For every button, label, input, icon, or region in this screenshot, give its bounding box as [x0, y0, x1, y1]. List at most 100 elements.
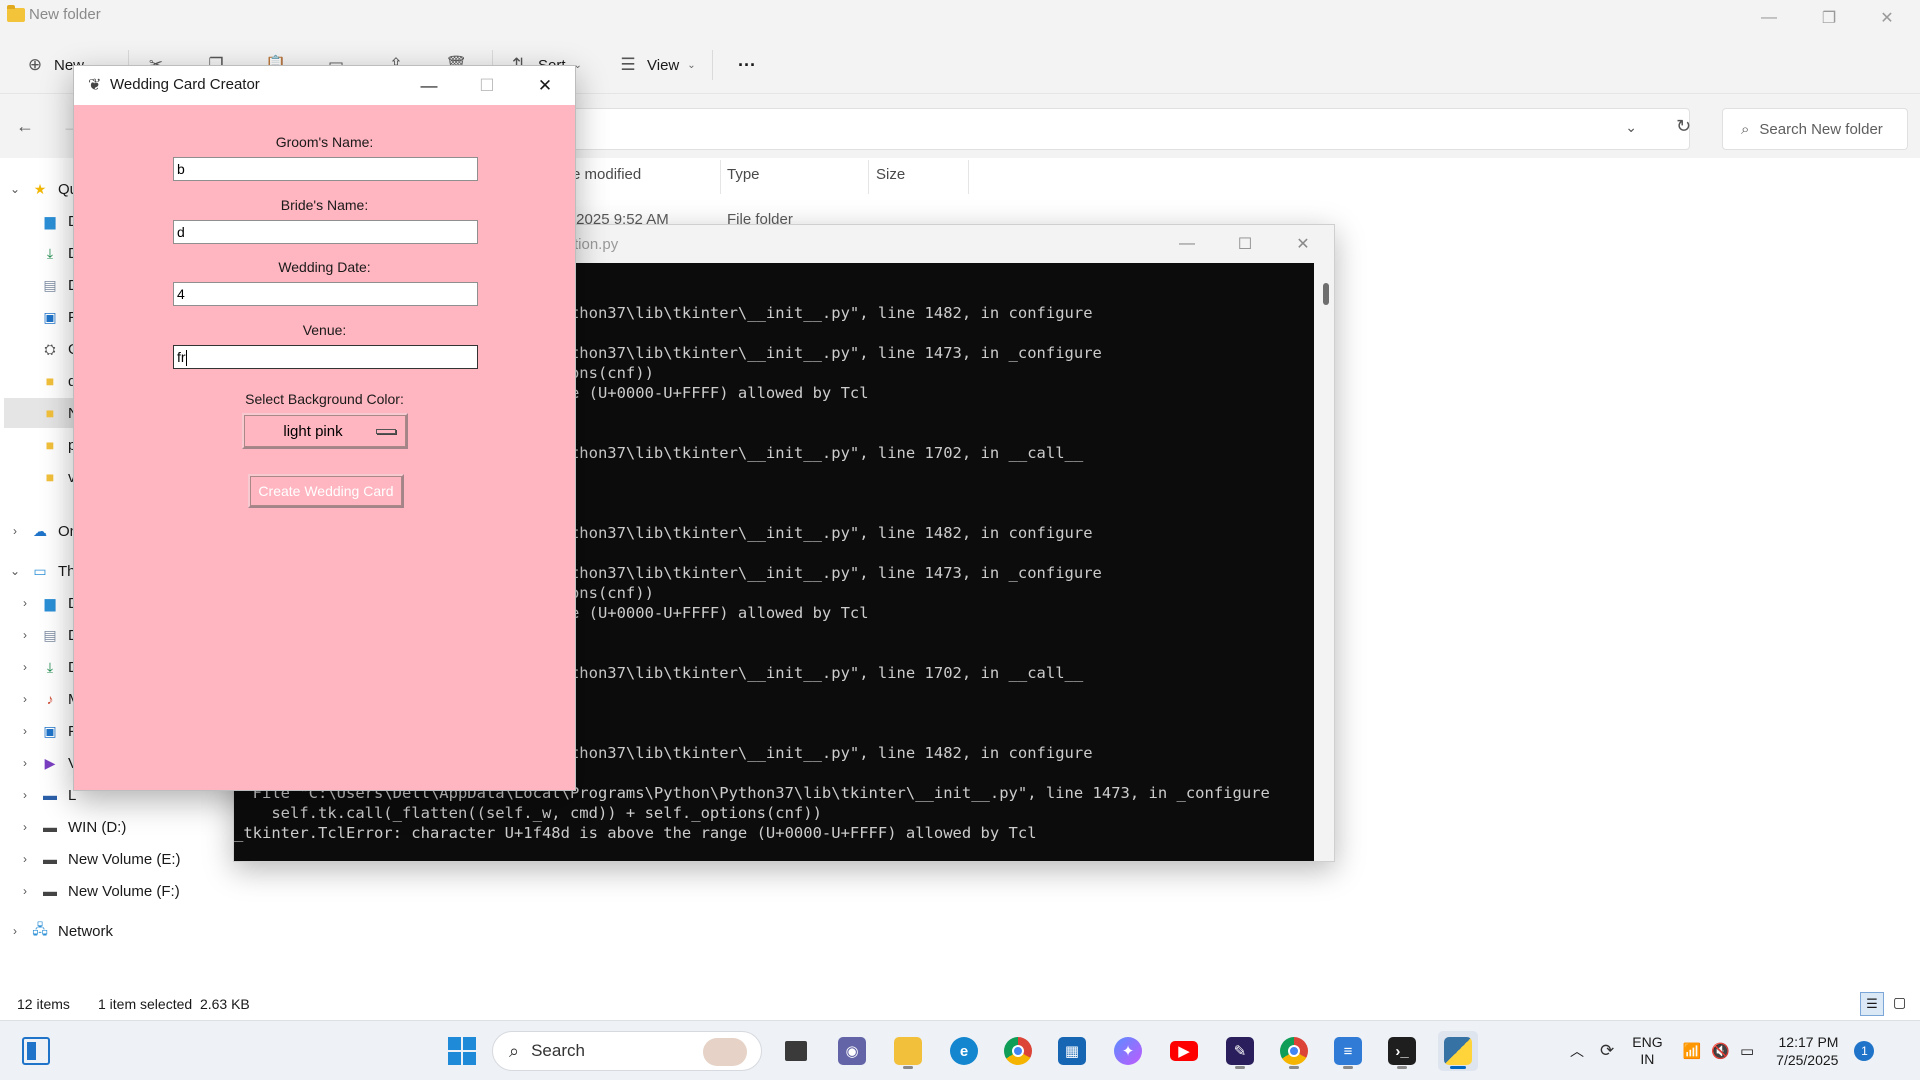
search-input[interactable]: ⌕ Search New folder [1722, 108, 1908, 150]
nav-pictures[interactable]: ▣P [10, 302, 78, 332]
nav-label: WIN (D:) [68, 818, 127, 836]
restore-button[interactable]: ❐ [1800, 0, 1858, 36]
python-icon [1444, 1037, 1472, 1065]
create-card-button[interactable]: Create Wedding Card [248, 474, 404, 508]
search-icon: ⌕ [1741, 120, 1750, 138]
address-bar[interactable]: ⌄ [560, 108, 1690, 150]
wedding-date-input[interactable]: 4 [173, 282, 478, 306]
nav-pc-music[interactable]: ›♪M [10, 684, 81, 714]
column-type[interactable]: Type [727, 166, 760, 183]
store-app[interactable]: ▦ [1052, 1031, 1092, 1071]
close-button[interactable]: ✕ [1858, 0, 1916, 36]
refresh-icon[interactable]: ↻ [1676, 116, 1691, 137]
app-maximize-button[interactable]: ☐ [458, 66, 516, 105]
app-icon: ✎ [1226, 1037, 1254, 1065]
teams-app[interactable]: ◉ [832, 1031, 872, 1071]
edge-app[interactable]: e [944, 1031, 984, 1071]
folder-icon [7, 5, 25, 22]
minimize-button[interactable]: — [1740, 0, 1798, 36]
nav-gallery[interactable]: ⛭G [10, 334, 79, 364]
nav-drive-d[interactable]: › ▬ WIN (D:) [10, 812, 126, 842]
nav-drive-f[interactable]: › ▬ New Volume (F:) [10, 876, 180, 906]
language-indicator[interactable]: ENG IN [1632, 1034, 1662, 1068]
more-options-button[interactable]: ··· [738, 48, 756, 82]
taskbar-search[interactable]: ⌕ Search [492, 1031, 762, 1071]
nav-pc-local-disk[interactable]: › ▬ L [10, 780, 76, 810]
groom-name-input[interactable]: b [173, 157, 478, 181]
console-line: _tkinter.TclError: character U+1f48d is … [234, 824, 1037, 842]
app-minimize-button[interactable]: — [400, 66, 458, 105]
scrollbar-thumb[interactable] [1323, 283, 1329, 305]
console-maximize-button[interactable]: ☐ [1216, 225, 1274, 263]
start-button[interactable] [442, 1031, 482, 1071]
back-arrow-icon[interactable]: ← [16, 116, 34, 137]
chrome-profile-app[interactable] [1274, 1031, 1314, 1071]
file-explorer-app[interactable] [888, 1031, 928, 1071]
picture-icon: ▣ [43, 722, 57, 739]
chevron-down-icon: ⌄ [9, 182, 21, 196]
nav-pc-pictures[interactable]: ›▣P [10, 716, 78, 746]
task-view-button[interactable] [776, 1031, 816, 1071]
view-button[interactable]: ☰ View ⌄ [617, 48, 695, 82]
details-view-icon[interactable]: ☰ [1860, 992, 1884, 1016]
column-date-modified[interactable]: e modified [572, 166, 641, 183]
nav-label: New Volume (F:) [68, 882, 180, 900]
console-minimize-button[interactable]: — [1158, 225, 1216, 263]
volume-muted-icon[interactable]: 🔇 [1711, 1042, 1730, 1060]
explorer-title: New folder [29, 6, 101, 23]
venue-label: Venue: [302, 322, 347, 338]
venue-input[interactable]: fr [173, 345, 478, 369]
nav-folder-vi[interactable]: ■vi [10, 462, 79, 492]
folder-icon [894, 1037, 922, 1065]
nav-network[interactable]: › 🖧 Network [0, 916, 113, 946]
chevron-right-icon: › [23, 884, 27, 898]
app-close-button[interactable]: ✕ [516, 66, 574, 105]
app-titlebar: ❦ Wedding Card Creator — ☐ ✕ [74, 66, 575, 105]
nav-folder-p[interactable]: ■p [10, 430, 77, 460]
windows-logo-icon [448, 1037, 476, 1065]
wifi-icon[interactable]: 📶 [1683, 1042, 1702, 1060]
network-icon: 🖧 [32, 921, 48, 937]
chevron-right-icon: › [23, 628, 27, 642]
nav-pc-downloads[interactable]: ›⤓D [10, 652, 79, 682]
lang-bottom: IN [1640, 1051, 1655, 1067]
taskbar-search-label: Search [531, 1041, 585, 1060]
console-line: self.tk.call(_flatten((self._w, cmd)) + … [234, 804, 822, 822]
nav-this-pc[interactable]: ⌄ ▭ Thi [0, 556, 79, 586]
chevron-down-icon[interactable]: ⌄ [1625, 119, 1637, 136]
nav-downloads[interactable]: ⤓D [10, 238, 79, 268]
explorer-titlebar: New folder — ❐ ✕ [0, 0, 1920, 36]
sync-icon[interactable]: ⟳ [1600, 1041, 1614, 1061]
tiles-view-icon[interactable]: ▢ [1893, 994, 1906, 1011]
console-close-button[interactable]: ✕ [1274, 225, 1332, 263]
nav-folder-d[interactable]: ■d [10, 366, 77, 396]
nav-pc-desktop[interactable]: ›▆D [10, 588, 79, 618]
nav-quick-access[interactable]: ⌄ ★ Qu [0, 174, 78, 204]
copilot-app[interactable]: ✦ [1108, 1031, 1148, 1071]
chevron-right-icon: › [23, 852, 27, 866]
clock[interactable]: 12:17 PM 7/25/2025 [1776, 1033, 1838, 1069]
battery-icon[interactable]: ▭ [1740, 1042, 1754, 1060]
pinned-app[interactable]: ✎ [1220, 1031, 1260, 1071]
nav-onedrive[interactable]: › ☁ On [0, 516, 78, 546]
chrome-app[interactable] [998, 1031, 1038, 1071]
nav-pc-videos[interactable]: ›▶V [10, 748, 78, 778]
nav-drive-e[interactable]: › ▬ New Volume (E:) [10, 844, 181, 874]
widgets-icon[interactable] [22, 1037, 50, 1065]
notification-badge[interactable]: 1 [1854, 1041, 1875, 1061]
chevron-up-icon[interactable]: ︿ [1570, 1041, 1584, 1061]
console-scrollbar[interactable] [1318, 263, 1334, 861]
notepad-app[interactable]: ≡ [1328, 1031, 1368, 1071]
column-size[interactable]: Size [876, 166, 905, 183]
nav-desktop[interactable]: ▆D [10, 206, 79, 236]
python-app[interactable] [1438, 1031, 1478, 1071]
youtube-app[interactable]: ▶ [1164, 1031, 1204, 1071]
terminal-app[interactable]: ›_ [1382, 1031, 1422, 1071]
video-icon: ▶ [44, 754, 56, 771]
chevron-right-icon: › [13, 924, 17, 938]
background-color-select[interactable]: light pink [242, 413, 408, 449]
nav-documents[interactable]: ▤D [10, 270, 78, 300]
nav-label: Network [58, 922, 114, 940]
nav-pc-documents[interactable]: ›▤D [10, 620, 79, 650]
bride-name-input[interactable]: d [173, 220, 478, 244]
